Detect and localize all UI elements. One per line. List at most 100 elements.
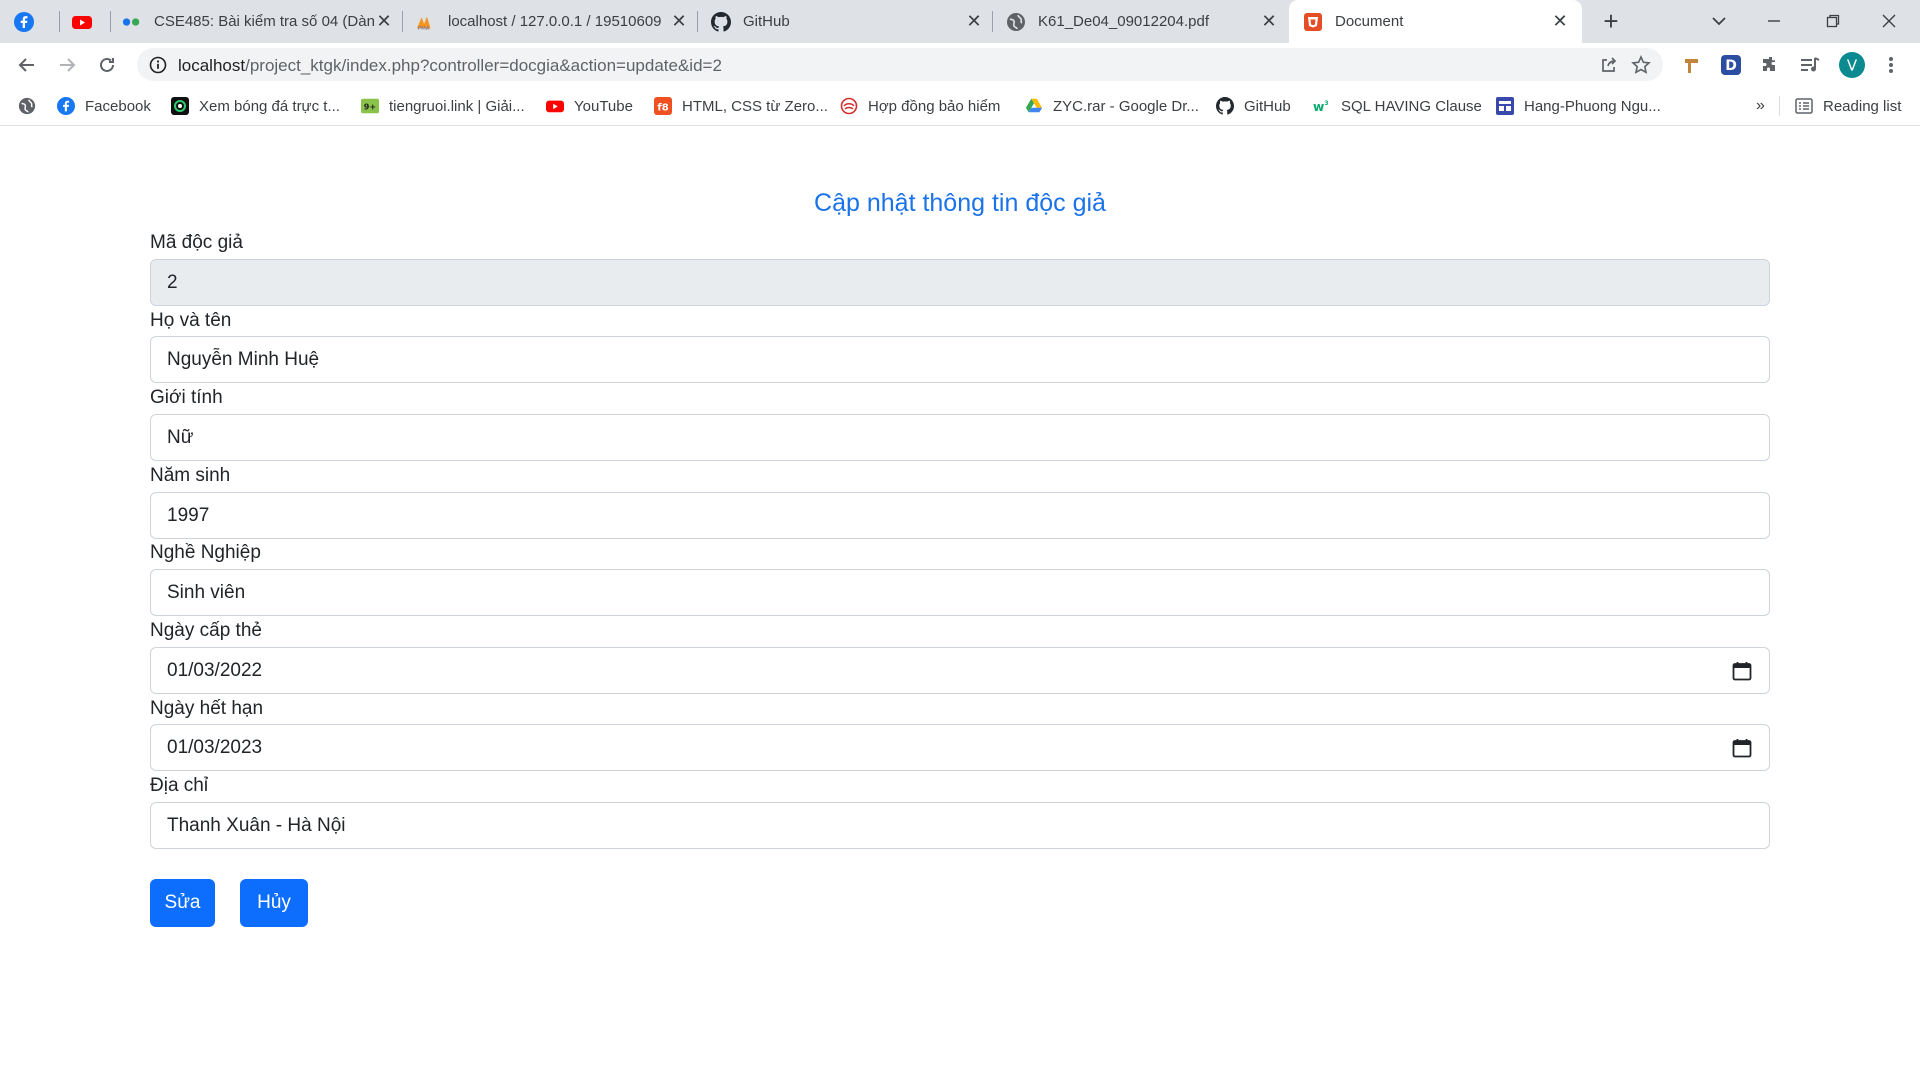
tab-search-chevron-icon[interactable] <box>1704 6 1734 36</box>
nam-sinh-input[interactable]: 1997 <box>150 492 1770 539</box>
bookmark-tiengruoi[interactable]: 9+ tiengruoi.link | Giải... <box>361 95 525 117</box>
gioi-tinh-input[interactable]: Nữ <box>150 414 1770 461</box>
bookmark-facebook[interactable]: Facebook <box>57 95 151 117</box>
info-icon[interactable] <box>147 54 168 75</box>
tab-cse485[interactable]: CSE485: Bài kiểm tra số 04 (Dành ✕ <box>122 0 394 43</box>
tab-phpmyadmin[interactable]: PMA localhost / 127.0.0.1 / 19510609 ✕ <box>416 0 689 43</box>
svg-text:9+: 9+ <box>364 102 376 112</box>
reading-list-button[interactable]: Reading list <box>1795 95 1901 117</box>
tab-document[interactable]: Document ✕ <box>1289 0 1582 43</box>
calendar-icon[interactable] <box>1731 737 1753 759</box>
close-icon[interactable]: ✕ <box>669 11 689 32</box>
form-icon <box>1496 97 1514 115</box>
close-icon[interactable]: ✕ <box>1550 11 1570 32</box>
bookmark-label: ZYC.rar - Google Dr... <box>1053 97 1199 115</box>
label-ma-doc-gia: Mã độc giả <box>150 232 243 253</box>
label-dia-chi: Địa chỉ <box>150 775 209 796</box>
tab-separator <box>110 11 111 32</box>
globe-icon <box>1006 12 1026 32</box>
bookmark-sql-having[interactable]: w3 SQL HAVING Clause <box>1313 95 1482 117</box>
forward-arrow-icon[interactable] <box>51 49 83 81</box>
tab-title: CSE485: Bài kiểm tra số 04 (Dành <box>154 13 374 30</box>
bookmark-label: YouTube <box>574 97 633 115</box>
bookmark-globe[interactable] <box>18 95 36 117</box>
tab-title: K61_De04_09012204.pdf <box>1038 13 1209 30</box>
nam-sinh-value: 1997 <box>167 504 210 526</box>
dia-chi-input[interactable]: Thanh Xuân - Hà Nội <box>150 802 1770 849</box>
extension-hammer-icon[interactable] <box>1676 49 1708 81</box>
tab-title: localhost / 127.0.0.1 / 19510609 <box>448 13 662 30</box>
close-icon[interactable]: ✕ <box>1259 11 1279 32</box>
tab-pdf[interactable]: K61_De04_09012204.pdf ✕ <box>1006 0 1279 43</box>
google-drive-icon <box>1025 97 1043 115</box>
tab-strip: CSE485: Bài kiểm tra số 04 (Dành ✕ PMA l… <box>0 0 1920 43</box>
w3schools-icon: w3 <box>1313 97 1331 115</box>
tiengruoi-icon: 9+ <box>361 97 379 115</box>
bookmark-html-css[interactable]: f8 HTML, CSS từ Zero... <box>654 95 828 117</box>
kebab-menu-icon[interactable] <box>1875 49 1907 81</box>
github-icon <box>1216 97 1234 115</box>
f8-icon: f8 <box>654 97 672 115</box>
nghe-nghiep-input[interactable]: Sinh viên <box>150 569 1770 616</box>
github-icon <box>711 11 731 32</box>
svg-text:3: 3 <box>1324 101 1328 107</box>
tab-separator <box>697 11 698 32</box>
share-icon[interactable] <box>1597 53 1621 77</box>
reading-list-icon <box>1795 97 1813 115</box>
ma-doc-gia-value: 2 <box>167 271 178 293</box>
tab-facebook[interactable] <box>14 0 54 43</box>
close-window-icon[interactable] <box>1874 6 1904 36</box>
close-icon[interactable]: ✕ <box>374 11 394 32</box>
back-arrow-icon[interactable] <box>11 49 43 81</box>
tab-youtube[interactable] <box>72 0 112 43</box>
ngay-cap-the-value: 01/03/2022 <box>167 659 263 681</box>
reload-icon[interactable] <box>91 49 123 81</box>
sua-button[interactable]: Sửa <box>150 879 215 927</box>
close-icon[interactable]: ✕ <box>964 11 984 32</box>
reading-list-label: Reading list <box>1823 97 1902 115</box>
profile-avatar[interactable]: V <box>1836 49 1868 81</box>
bookmark-label: Hợp đồng bảo hiểm <box>868 97 1001 115</box>
extension-letter: D <box>1725 58 1737 74</box>
bookmark-star-icon[interactable] <box>1629 53 1653 77</box>
more-bookmarks-button[interactable]: » <box>1756 95 1765 117</box>
extension-d-icon[interactable]: D <box>1715 49 1747 81</box>
profile-initial: V <box>1847 57 1858 75</box>
ma-doc-gia-input[interactable]: 2 <box>150 259 1770 306</box>
insurance-icon <box>840 97 858 115</box>
bookmark-xem-bong-da[interactable]: Xem bóng đá trực t... <box>171 95 340 117</box>
new-tab-button[interactable]: + <box>1596 6 1626 36</box>
label-ngay-het-han: Ngày hết hạn <box>150 698 264 719</box>
bookmark-label: Hang-Phuong Ngu... <box>1524 97 1661 115</box>
tab-title: GitHub <box>743 13 790 30</box>
bookmark-hop-dong[interactable]: Hợp đồng bảo hiểm <box>840 95 1000 117</box>
url-text: localhost/project_ktgk/index.php?control… <box>178 56 722 76</box>
address-bar[interactable]: localhost/project_ktgk/index.php?control… <box>137 48 1663 81</box>
tab-separator <box>59 11 60 32</box>
bookmark-youtube[interactable]: YouTube <box>546 95 633 117</box>
bookmark-label: GitHub <box>1244 97 1291 115</box>
page-title: Cập nhật thông tin độc giả <box>814 189 1106 217</box>
calendar-icon[interactable] <box>1731 660 1753 682</box>
ho-va-ten-value: Nguyễn Minh Huệ <box>167 348 320 370</box>
bookmark-zyc-rar[interactable]: ZYC.rar - Google Dr... <box>1025 95 1199 117</box>
football-icon <box>171 97 189 115</box>
google-classroom-icon <box>122 12 142 32</box>
bookmark-hang-phuong[interactable]: Hang-Phuong Ngu... <box>1496 95 1661 117</box>
nghe-nghiep-value: Sinh viên <box>167 581 246 603</box>
ngay-cap-the-input[interactable]: 01/03/2022 <box>150 647 1770 694</box>
phpmyadmin-icon: PMA <box>416 12 436 32</box>
ho-va-ten-input[interactable]: Nguyễn Minh Huệ <box>150 336 1770 383</box>
puzzle-icon[interactable] <box>1755 49 1787 81</box>
minimize-icon[interactable] <box>1759 6 1789 36</box>
svg-text:w: w <box>1313 100 1324 114</box>
media-queue-icon[interactable] <box>1794 49 1826 81</box>
bookmark-github[interactable]: GitHub <box>1216 95 1291 117</box>
tab-github[interactable]: GitHub ✕ <box>711 0 984 43</box>
label-gioi-tinh: Giới tính <box>150 387 223 408</box>
ngay-het-han-input[interactable]: 01/03/2023 <box>150 724 1770 771</box>
huy-button[interactable]: Hủy <box>240 879 308 927</box>
restore-icon[interactable] <box>1818 6 1848 36</box>
svg-text:f8: f8 <box>657 103 668 114</box>
html5-icon <box>1303 12 1323 32</box>
